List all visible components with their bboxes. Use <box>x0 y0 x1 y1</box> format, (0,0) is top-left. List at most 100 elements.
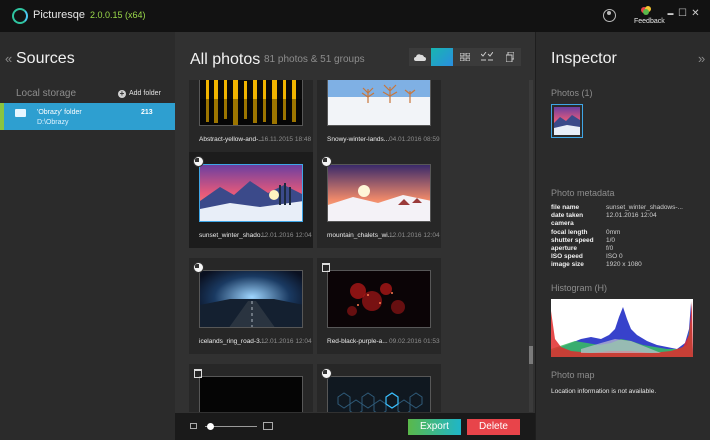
export-button[interactable]: Export <box>408 419 461 435</box>
zoom-out-icon[interactable] <box>190 423 197 429</box>
photo-thumbnail <box>327 164 431 222</box>
maximize-button[interactable]: ☐ <box>678 9 687 19</box>
add-folder-label: Add folder <box>129 90 161 97</box>
metadata-key: shutter speed <box>551 237 594 244</box>
metadata-value: f/0 <box>606 245 614 252</box>
photo-date: 12.01.2016 12:04 <box>389 232 440 239</box>
photo-tile[interactable]: icelands_ring_road-3... 12.01.2016 12:04 <box>189 258 313 354</box>
metadata-key: focal length <box>551 229 588 236</box>
grid-large-icon[interactable] <box>431 48 453 66</box>
photo-grid-scrollbar[interactable] <box>529 80 533 412</box>
view-toolbar <box>409 48 521 66</box>
group-badge-icon <box>321 368 332 379</box>
duplicates-icon[interactable] <box>499 48 521 66</box>
photo-grid: Abstract-yellow-and-... 16.11.2015 18:48… <box>189 80 521 412</box>
photo-tile[interactable]: mountain_chalets_wi... 12.01.2016 12:04 <box>317 152 441 248</box>
photo-tile-selected[interactable]: sunset_winter_shado... 12.01.2016 12:04 <box>189 152 313 248</box>
photo-name: sunset_winter_shado... <box>199 232 266 239</box>
photo-tile[interactable] <box>189 364 313 412</box>
metadata-value: 1/0 <box>606 237 616 244</box>
photo-name: Abstract-yellow-and-... <box>199 136 264 143</box>
inspector-title: Inspector <box>551 50 617 67</box>
photo-thumbnail <box>327 270 431 328</box>
selected-photo-thumbnail[interactable] <box>551 104 583 138</box>
photo-date: 04.01.2016 08:59 <box>389 136 440 143</box>
metadata-key: date taken <box>551 212 584 219</box>
plus-icon: + <box>118 89 126 98</box>
group-badge-icon <box>193 156 204 167</box>
metadata-key: ISO speed <box>551 253 583 260</box>
metadata-key: image size <box>551 261 584 268</box>
photo-thumbnail <box>327 376 431 412</box>
photo-tile[interactable]: Snowy-winter-lands... 04.01.2016 08:59 <box>317 80 441 152</box>
photo-date: 12.01.2016 12:04 <box>261 338 312 345</box>
feedback-button[interactable]: Feedback <box>634 18 665 25</box>
title-bar: Picturesqe 2.0.0.15 (x64) Feedback ▬ ☐ ✕ <box>0 0 710 32</box>
metadata-value: ISO 0 <box>606 253 623 260</box>
trash-icon <box>322 263 330 272</box>
drive-icon <box>15 109 26 117</box>
user-account-icon[interactable] <box>603 9 616 22</box>
map-unavailable-message: Location information is not available. <box>551 388 657 395</box>
photos-panel: All photos 81 photos & 51 groups Abstrac… <box>175 32 535 440</box>
photo-name: Red-black-purple-a... <box>327 338 388 345</box>
folder-accent <box>0 103 4 130</box>
photo-thumbnail <box>199 376 303 412</box>
sources-panel: « Sources Local storage + Add folder 'Obr… <box>0 32 175 440</box>
inspector-panel: Inspector » Photos (1) Photo metadata fi… <box>536 32 710 440</box>
metadata-value: sunset_winter_shadows-... <box>606 204 683 211</box>
photo-name: Snowy-winter-lands... <box>327 136 390 143</box>
group-badge-icon <box>321 156 332 167</box>
group-badge-icon <box>193 262 204 273</box>
zoom-slider-handle[interactable] <box>207 423 214 430</box>
photo-tile[interactable]: Abstract-yellow-and-... 16.11.2015 18:48 <box>189 80 313 152</box>
metadata-label: Photo metadata <box>551 188 615 198</box>
photo-name: icelands_ring_road-3... <box>199 338 266 345</box>
photo-tile[interactable]: Red-black-purple-a... 09.02.2016 01:53 <box>317 258 441 354</box>
histogram-label: Histogram (H) <box>551 283 608 293</box>
minimize-button[interactable]: ▬ <box>666 9 675 19</box>
bottom-toolbar: Export Delete <box>175 413 535 440</box>
metadata-value: 0mm <box>606 229 621 236</box>
local-storage-label: Local storage <box>16 88 77 99</box>
expand-inspector-icon[interactable]: » <box>698 51 705 66</box>
photos-count-label: Photos (1) <box>551 88 593 98</box>
app-logo-icon <box>12 8 28 24</box>
grid-small-icon[interactable] <box>454 48 476 66</box>
folder-path: D:\Obrazy <box>37 119 69 126</box>
metadata-key: file name <box>551 204 580 211</box>
metadata-key: aperture <box>551 245 578 252</box>
photo-name: mountain_chalets_wi... <box>327 232 394 239</box>
app-name: Picturesqe <box>33 9 85 21</box>
photo-map-label: Photo map <box>551 370 595 380</box>
delete-button[interactable]: Delete <box>467 419 520 435</box>
add-folder-button[interactable]: + Add folder <box>118 90 161 98</box>
trash-icon <box>194 369 202 378</box>
metadata-key: camera <box>551 220 574 227</box>
folder-name: 'Obrazy' folder <box>37 109 82 116</box>
page-title: All photos <box>190 51 261 68</box>
photo-thumbnail <box>327 80 431 126</box>
photo-tile[interactable] <box>317 364 441 412</box>
photo-date: 16.11.2015 18:48 <box>261 136 312 143</box>
feedback-icon[interactable] <box>641 6 651 15</box>
compare-icon[interactable] <box>476 48 498 66</box>
photo-thumbnail <box>199 80 303 126</box>
photo-thumbnail <box>199 164 303 222</box>
cloud-view-icon[interactable] <box>409 48 431 66</box>
photo-date: 12.01.2016 12:04 <box>261 232 312 239</box>
metadata-value: 1920 x 1080 <box>606 261 642 268</box>
source-folder-item[interactable]: 'Obrazy' folder D:\Obrazy 213 <box>0 103 175 130</box>
sources-title: Sources <box>16 50 75 67</box>
metadata-value: 12.01.2016 12:04 <box>606 212 657 219</box>
histogram <box>551 299 693 357</box>
folder-photo-count: 213 <box>141 109 153 116</box>
photo-thumbnail <box>199 270 303 328</box>
scrollbar-thumb[interactable] <box>529 346 533 364</box>
zoom-in-icon[interactable] <box>263 422 273 430</box>
photo-count-summary: 81 photos & 51 groups <box>264 54 365 65</box>
collapse-sources-icon[interactable]: « <box>5 51 12 66</box>
photo-date: 09.02.2016 01:53 <box>389 338 440 345</box>
close-button[interactable]: ✕ <box>691 9 700 19</box>
app-version: 2.0.0.15 (x64) <box>90 10 146 20</box>
